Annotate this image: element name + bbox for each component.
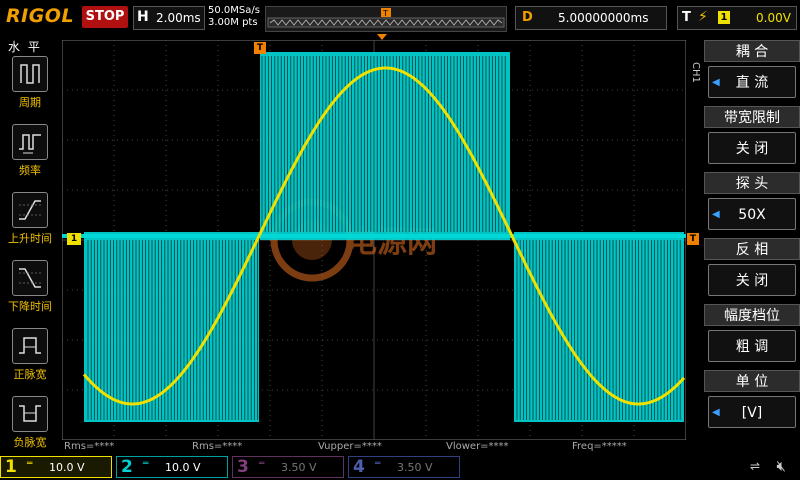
bandwidth-value: 关 闭 <box>735 141 769 157</box>
vscale-value: 粗 调 <box>735 339 769 355</box>
negative-width-icon <box>12 396 48 432</box>
overview-trigger-marker: T <box>382 9 388 18</box>
unit-value: [V] <box>741 405 763 421</box>
rise-time-icon <box>12 192 48 228</box>
coupling-button[interactable]: ◀ 直 流 <box>708 66 796 98</box>
brand-logo: RIGOL <box>6 5 75 27</box>
channel-3-number: 3 <box>237 457 249 477</box>
channel-2-number: 2 <box>121 457 133 477</box>
measure-vlower[interactable]: Vlower=**** <box>446 441 509 452</box>
menu-label-period: 周期 <box>19 96 41 109</box>
channel-1-box[interactable]: 1 ═ 10.0 V <box>0 456 112 478</box>
coupling-value: 直 流 <box>735 75 769 91</box>
measure-rms-2[interactable]: Rms=**** <box>192 441 242 452</box>
measurement-row: Rms=**** Rms=**** Vupper=**** Vlower=***… <box>62 440 686 454</box>
channel-4-box[interactable]: 4 ═ 3.50 V <box>348 456 460 478</box>
channel-4-scale: 3.50 V <box>397 461 433 474</box>
speaker-muted-icon[interactable]: 🔇︎ <box>777 457 786 475</box>
timebase-value: 2.00ms <box>156 11 201 25</box>
channel-1-number: 1 <box>5 457 17 477</box>
acquisition-info: 50.0MSa/s 3.00M pts <box>208 5 260 29</box>
channel-2-box[interactable]: 2 ═ 10.0 V <box>116 456 228 478</box>
channel-4-number: 4 <box>353 457 365 477</box>
select-arrow-icon: ◀ <box>712 407 720 418</box>
horizontal-menu: 水 平 周期 频率 上升时间 下降时间 正脉宽 负脉宽 <box>0 36 60 456</box>
invert-button[interactable]: 关 闭 <box>708 264 796 296</box>
center-position-arrow-icon <box>377 34 387 40</box>
delay-label: D <box>522 10 533 25</box>
trigger-level-marker[interactable]: T <box>687 233 699 245</box>
trigger-label: T <box>682 10 691 25</box>
menu-label-negative-width: 负脉宽 <box>13 436 47 449</box>
trigger-source: 1 <box>718 11 730 24</box>
top-status-bar: RIGOL STOP H 2.00ms 50.0MSa/s 3.00M pts … <box>0 0 800 36</box>
menu-item-frequency[interactable]: 频率 <box>10 124 50 178</box>
channel-4-coupling-icon: ═ <box>375 459 381 469</box>
menu-head-vscale: 幅度档位 <box>704 304 800 326</box>
sample-rate: 50.0MSa/s <box>208 5 260 16</box>
probe-button[interactable]: ◀ 50X <box>708 198 796 230</box>
usb-icon: ⇌ <box>749 459 760 473</box>
menu-label-rise-time: 上升时间 <box>8 232 52 245</box>
menu-item-period[interactable]: 周期 <box>10 56 50 110</box>
probe-value: 50X <box>738 207 766 223</box>
rising-edge-icon: ⚡ <box>698 9 708 25</box>
menu-head-probe: 探 头 <box>704 172 800 194</box>
unit-button[interactable]: ◀ [V] <box>708 396 796 428</box>
trigger-box[interactable]: T ⚡ 1 0.00V <box>677 6 797 30</box>
trigger-level: 0.00V <box>756 11 791 25</box>
menu-title: 水 平 <box>8 40 42 54</box>
menu-head-unit: 单 位 <box>704 370 800 392</box>
menu-head-bandwidth: 带宽限制 <box>704 106 800 128</box>
delay-box[interactable]: D 5.00000000ms <box>515 6 667 30</box>
run-stop-button[interactable]: STOP <box>82 6 128 28</box>
select-arrow-icon: ◀ <box>712 209 720 220</box>
menu-head-invert: 反 相 <box>704 238 800 260</box>
waveform-display[interactable]: 电源网 <box>62 40 686 440</box>
measure-rms-1[interactable]: Rms=**** <box>64 441 114 452</box>
timebase-box[interactable]: H 2.00ms <box>133 6 205 30</box>
menu-item-negative-width[interactable]: 负脉宽 <box>10 396 50 450</box>
trigger-position-marker[interactable]: T <box>254 42 266 54</box>
channel-3-scale: 3.50 V <box>281 461 317 474</box>
vscale-button[interactable]: 粗 调 <box>708 330 796 362</box>
menu-item-positive-width[interactable]: 正脉宽 <box>10 328 50 382</box>
measure-freq[interactable]: Freq=***** <box>572 441 627 452</box>
menu-label-fall-time: 下降时间 <box>8 300 52 313</box>
channel-1-scale: 10.0 V <box>49 461 85 474</box>
measure-vupper[interactable]: Vupper=**** <box>318 441 382 452</box>
invert-value: 关 闭 <box>735 273 769 289</box>
fall-time-icon <box>12 260 48 296</box>
waveform-overview[interactable]: T <box>265 6 507 32</box>
menu-label-positive-width: 正脉宽 <box>13 368 47 381</box>
frequency-icon <box>12 124 48 160</box>
memory-depth: 3.00M pts <box>208 17 258 28</box>
overview-graphic: T <box>267 8 505 28</box>
period-icon <box>12 56 48 92</box>
menu-head-coupling: 耦 合 <box>704 40 800 62</box>
channel-menu: 耦 合 ◀ 直 流 带宽限制 关 闭 探 头 ◀ 50X 反 相 关 闭 幅度档位 … <box>704 40 800 432</box>
bandwidth-limit-button[interactable]: 关 闭 <box>708 132 796 164</box>
select-arrow-icon: ◀ <box>712 77 720 88</box>
menu-label-frequency: 频率 <box>19 164 41 177</box>
channel-bar: 1 ═ 10.0 V 2 ═ 10.0 V 3 ═ 3.50 V 4 ═ 3.5… <box>0 454 800 480</box>
right-menu-channel-tag: CH1 <box>690 62 701 83</box>
channel-2-coupling-icon: ═ <box>143 459 149 469</box>
menu-item-fall-time[interactable]: 下降时间 <box>8 260 52 314</box>
channel-3-box[interactable]: 3 ═ 3.50 V <box>232 456 344 478</box>
ch1-offset-marker[interactable]: 1 <box>67 233 81 245</box>
positive-width-icon <box>12 328 48 364</box>
waveform-canvas: 电源网 <box>62 40 686 440</box>
channel-2-scale: 10.0 V <box>165 461 201 474</box>
delay-value: 5.00000000ms <box>558 11 649 25</box>
menu-item-rise-time[interactable]: 上升时间 <box>8 192 52 246</box>
horizontal-label: H <box>137 9 149 25</box>
channel-1-coupling-icon: ═ <box>27 459 33 469</box>
channel-3-coupling-icon: ═ <box>259 459 265 469</box>
